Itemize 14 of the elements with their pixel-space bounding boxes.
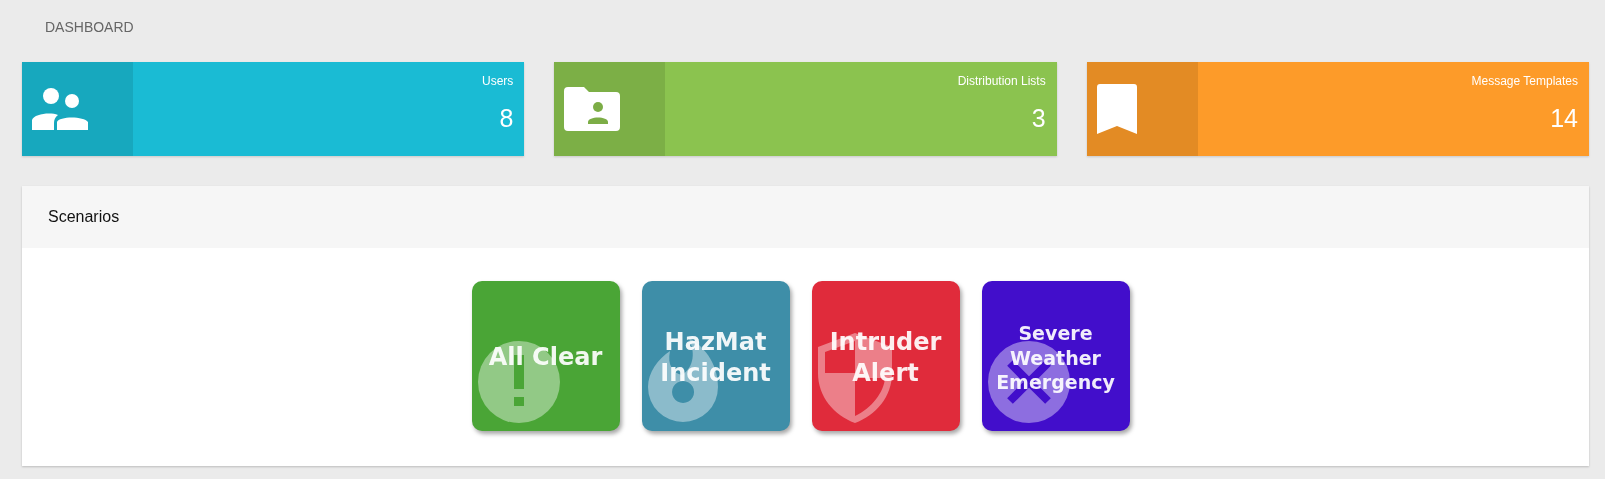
- stat-label: Message Templates: [1471, 74, 1578, 88]
- stat-value: 3: [1031, 104, 1046, 133]
- stat-label: Distribution Lists: [957, 74, 1046, 88]
- folder-icon: [564, 87, 621, 131]
- scenario-button[interactable]: HazMat Incident: [641, 281, 790, 431]
- scenario-button[interactable]: All Clear: [471, 281, 620, 431]
- panel-title: Scenarios: [48, 208, 120, 226]
- stat-value: 8: [499, 104, 514, 133]
- scenario-button[interactable]: Intruder Alert: [811, 281, 960, 431]
- bookmark-icon: [1096, 84, 1137, 134]
- stat-label: Users: [482, 74, 514, 88]
- page-title: DASHBOARD: [44, 18, 135, 37]
- users-icon: [32, 88, 88, 130]
- stat-value: 14: [1550, 104, 1578, 133]
